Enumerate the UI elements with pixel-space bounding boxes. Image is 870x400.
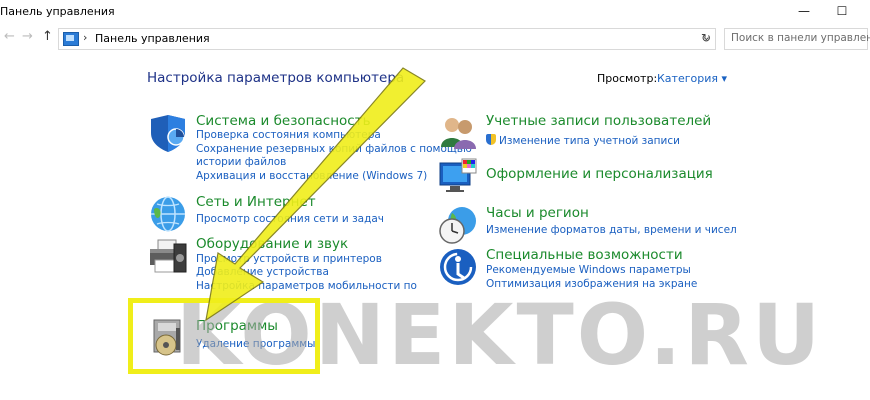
pointer-arrow	[205, 67, 426, 322]
